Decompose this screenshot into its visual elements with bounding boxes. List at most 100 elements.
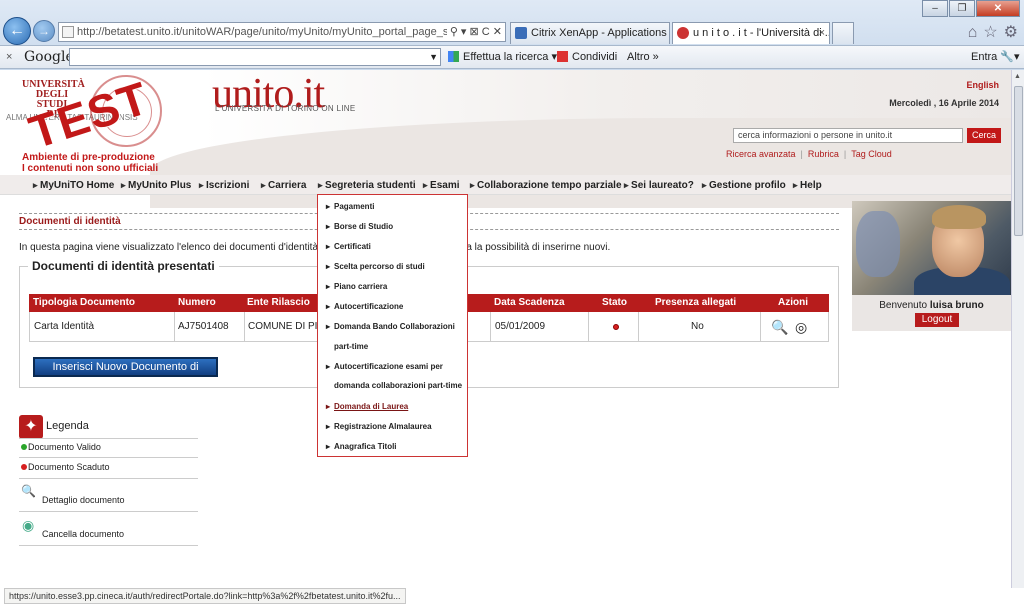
address-bar[interactable]: http://betatest.unito.it/unitoWAR/page/u… xyxy=(58,22,506,42)
dropdown-item-scelta-percorso[interactable]: Scelta percorso di studi xyxy=(326,261,425,272)
user-photo xyxy=(852,201,1011,295)
directory-link[interactable]: Rubrica xyxy=(808,149,839,159)
star-icon[interactable]: ☆ xyxy=(983,24,997,41)
header-links: Ricerca avanzata | Rubrica | Tag Cloud xyxy=(726,149,892,159)
globe-icon[interactable]: ◎ xyxy=(795,312,807,342)
unito-icon xyxy=(677,27,689,39)
more-button[interactable]: Altro » xyxy=(627,46,659,68)
dropdown-item-autocert-esami-cont[interactable]: domanda collaborazioni part-time xyxy=(334,380,462,391)
tab-close-icon[interactable]: × xyxy=(819,23,825,43)
restore-button[interactable]: ❐ xyxy=(949,0,975,17)
forward-arrow-icon[interactable]: → xyxy=(33,20,55,42)
new-tab-button[interactable] xyxy=(832,22,854,44)
magnifier-icon: 🔍 xyxy=(21,484,36,498)
address-text: http://betatest.unito.it/unitoWAR/page/u… xyxy=(77,26,480,38)
cell-scadenza: 05/01/2009 xyxy=(495,321,546,332)
menu-carriera[interactable]: Carriera xyxy=(261,175,306,196)
minimize-button[interactable]: – xyxy=(922,0,948,17)
main-menu: MyUniTO Home MyUnito Plus Iscrizioni Car… xyxy=(0,175,1011,195)
dropdown-item-autocertificazione[interactable]: Autocertificazione xyxy=(326,301,403,312)
dropdown-item-bando-collaborazioni[interactable]: Domanda Bando Collaborazioni xyxy=(326,321,455,332)
browser-chrome: – ❐ ✕ ← → http://betatest.unito.it/unito… xyxy=(0,0,1024,70)
dropdown-item-almalaurea[interactable]: Registrazione Almalaurea xyxy=(326,421,431,432)
chevron-down-icon[interactable]: ▼ xyxy=(429,49,438,65)
menu-myunito-plus[interactable]: MyUnito Plus xyxy=(121,175,191,196)
dropdown-item-borse[interactable]: Borse di Studio xyxy=(326,221,393,232)
magnifier-icon[interactable]: 🔍 xyxy=(771,312,788,342)
cell-tipologia: Carta Identità xyxy=(34,321,95,332)
tab-citrix[interactable]: Citrix XenApp - Applications xyxy=(510,22,670,44)
page-icon xyxy=(62,26,74,38)
add-document-button[interactable]: Inserisci Nuovo Documento di Identità xyxy=(33,357,218,389)
scroll-thumb[interactable] xyxy=(1014,86,1023,236)
dropdown-item-autocert-esami[interactable]: Autocertificazione esami per xyxy=(326,361,443,372)
cell-numero: AJ7501408 xyxy=(178,321,229,332)
google-search-button[interactable]: Effettua la ricerca ▾ xyxy=(448,46,557,68)
dropdown-item-pagamenti[interactable]: Pagamenti xyxy=(326,201,375,212)
intro-text: In questa pagina viene visualizzato l'el… xyxy=(19,242,319,253)
globe-icon: ◉ xyxy=(22,517,35,533)
user-name: luisa bruno xyxy=(929,300,984,311)
col-numero: Numero xyxy=(178,297,216,308)
home-icon[interactable]: ⌂ xyxy=(968,24,978,41)
citrix-icon xyxy=(515,27,527,39)
logout-button[interactable]: Logout xyxy=(915,313,959,327)
menu-collaborazione[interactable]: Collaborazione tempo parziale xyxy=(470,175,621,196)
menu-esami[interactable]: Esami xyxy=(423,175,459,196)
status-expired-icon xyxy=(613,324,619,330)
toolbar-close-icon[interactable]: × xyxy=(6,46,12,68)
google-search-icon xyxy=(448,51,459,62)
tag-cloud-link[interactable]: Tag Cloud xyxy=(851,149,892,159)
col-tipologia: Tipologia Documento xyxy=(33,297,136,308)
brand-subtitle: L'UNIVERSITÀ DI TORINO ON LINE xyxy=(215,104,356,113)
login-button[interactable]: Entra 🔧▾ xyxy=(971,46,1020,68)
pin-icon: ✦ xyxy=(19,415,43,439)
tab-unito[interactable]: u n i t o . i t - l'Università di ... × xyxy=(672,22,830,44)
dropdown-item-certificati[interactable]: Certificati xyxy=(326,241,371,252)
col-azioni: Azioni xyxy=(778,297,808,308)
share-icon xyxy=(557,51,568,62)
share-button[interactable]: Condividi xyxy=(557,46,617,68)
scroll-up-icon[interactable]: ▲ xyxy=(1014,73,1021,80)
language-link[interactable]: English xyxy=(966,80,999,90)
site-search-input[interactable]: cerca informazioni o persone in unito.it xyxy=(733,128,963,143)
back-arrow-icon[interactable]: ← xyxy=(3,17,31,45)
menu-help[interactable]: Help xyxy=(793,175,822,196)
current-date: Mercoledì , 16 Aprile 2014 xyxy=(889,98,999,108)
menu-gestione-profilo[interactable]: Gestione profilo xyxy=(702,175,786,196)
fieldset-title: Documenti di identità presentati xyxy=(28,259,219,273)
menu-iscrizioni[interactable]: Iscrizioni xyxy=(199,175,249,196)
advanced-search-link[interactable]: Ricerca avanzata xyxy=(726,149,796,159)
menu-sei-laureato[interactable]: Sei laureato? xyxy=(624,175,694,196)
legend-detail: Dettaglio documento xyxy=(42,495,125,505)
welcome-text: Benvenuto luisa bruno xyxy=(879,300,984,311)
menu-segreteria-studenti[interactable]: Segreteria studenti xyxy=(318,175,416,196)
google-logo: Google xyxy=(24,49,74,65)
intro-text-tail: ata la possibilità di inserirne nuovi. xyxy=(458,242,611,253)
window-controls: – ❐ ✕ xyxy=(921,0,1020,17)
google-search-input[interactable]: ▼ xyxy=(69,48,441,66)
site-search-button[interactable]: Cerca xyxy=(967,128,1001,143)
dropdown-item-piano-carriera[interactable]: Piano carriera xyxy=(326,281,387,292)
col-allegati: Presenza allegati xyxy=(655,297,737,308)
close-window-button[interactable]: ✕ xyxy=(976,0,1020,17)
dropdown-item-domanda-laurea[interactable]: Domanda di Laurea xyxy=(326,401,408,412)
section-title: Documenti di identità xyxy=(19,216,121,227)
segreteria-dropdown: Pagamenti Borse di Studio Certificati Sc… xyxy=(317,194,468,457)
dropdown-item-bando-collaborazioni-cont[interactable]: part-time xyxy=(334,341,368,352)
col-stato: Stato xyxy=(602,297,627,308)
preprod-notice: Ambiente di pre-produzione I contenuti n… xyxy=(22,152,159,174)
legend-delete: Cancella documento xyxy=(42,529,125,539)
dropdown-item-anagrafica-titoli[interactable]: Anagrafica Titoli xyxy=(326,441,396,452)
valid-dot-icon xyxy=(21,444,27,450)
page-scrollbar[interactable]: ▲ xyxy=(1011,70,1024,588)
tab-label: Citrix XenApp - Applications xyxy=(531,27,667,39)
browser-icons: ⌂ ☆ ⚙ xyxy=(962,22,1018,42)
address-tools[interactable]: ⚲ ▾ ⊠ C ✕ xyxy=(446,23,505,41)
col-ente: Ente Rilascio xyxy=(247,297,310,308)
expired-dot-icon xyxy=(21,464,27,470)
menu-myunito-home[interactable]: MyUniTO Home xyxy=(33,175,114,196)
google-toolbar: × Google ▼ Effettua la ricerca ▾ Condivi… xyxy=(0,45,1024,69)
gear-icon[interactable]: ⚙ xyxy=(1004,24,1018,41)
cell-allegati: No xyxy=(691,321,704,332)
